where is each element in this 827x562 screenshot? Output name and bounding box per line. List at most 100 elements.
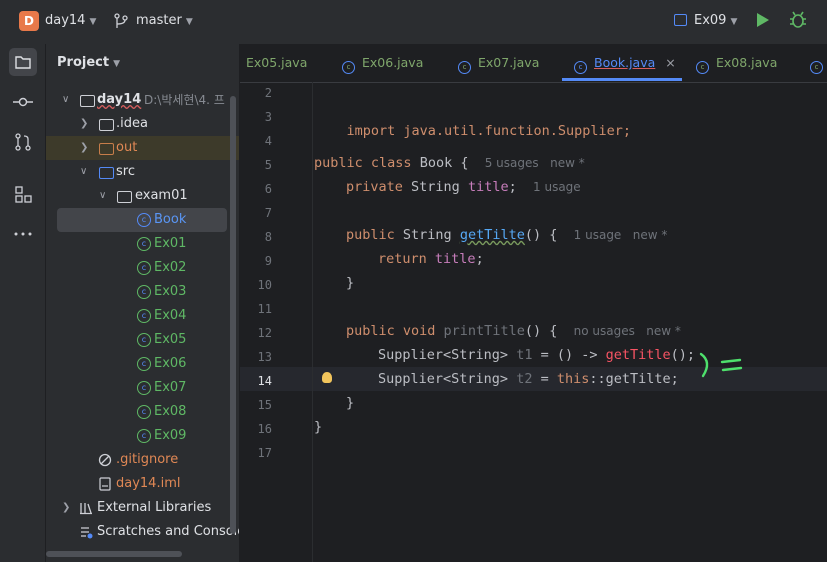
line-number[interactable]: 11 xyxy=(240,302,272,316)
tab-overflow[interactable]: c xyxy=(810,44,827,82)
expand-arrow-icon[interactable]: ❯ xyxy=(80,136,88,160)
tree-node-ex02[interactable]: c Ex02 xyxy=(46,256,239,280)
line-number[interactable]: 4 xyxy=(240,134,272,148)
code-text: Book { xyxy=(419,155,469,171)
commit-icon xyxy=(13,97,33,107)
project-name: day14 xyxy=(45,13,86,28)
tab-ex06[interactable]: c Ex06.java xyxy=(342,44,423,82)
lightbulb-icon[interactable] xyxy=(322,372,332,383)
tree-node-external-libraries[interactable]: ❯ External Libraries xyxy=(46,496,239,520)
code-line-13[interactable]: Supplier<String> t1 = () -> getTitle(); xyxy=(378,347,695,363)
expand-arrow-icon[interactable]: ∨ xyxy=(99,184,106,208)
code-line-12[interactable]: public void printTitle() { no usages new… xyxy=(346,323,681,339)
tab-ex08[interactable]: c Ex08.java xyxy=(696,44,777,82)
code-text: Supplier<String> xyxy=(378,371,509,387)
structure-icon xyxy=(15,186,32,203)
runnable-class-icon: c xyxy=(137,405,151,419)
tree-node-idea[interactable]: ❯ .idea xyxy=(46,112,239,136)
code-text: () { xyxy=(524,323,558,339)
tree-node-ex05[interactable]: c Ex05 xyxy=(46,328,239,352)
line-number[interactable]: 5 xyxy=(240,158,272,172)
close-icon[interactable]: × xyxy=(665,44,675,82)
run-icon[interactable] xyxy=(757,13,769,27)
code-text: public class xyxy=(314,155,412,171)
line-number[interactable]: 12 xyxy=(240,326,272,340)
project-switcher[interactable]: day14 ▼ xyxy=(45,13,96,28)
tree-node-exam01[interactable]: ∨ exam01 xyxy=(46,184,239,208)
tree-node-ex03[interactable]: c Ex03 xyxy=(46,280,239,304)
project-badge[interactable]: D xyxy=(19,11,39,31)
tab-ex07[interactable]: c Ex07.java xyxy=(458,44,539,82)
tab-ex05[interactable]: Ex05.java xyxy=(246,44,307,82)
line-number[interactable]: 15 xyxy=(240,398,272,412)
tree-node-day14-iml[interactable]: day14.iml xyxy=(46,472,239,496)
code-line-9[interactable]: return title; xyxy=(378,251,484,267)
structure-tool-button[interactable] xyxy=(9,180,37,208)
commit-tool-button[interactable] xyxy=(9,88,37,116)
usage-hint[interactable]: 5 usages new * xyxy=(485,156,585,170)
line-number[interactable]: 6 xyxy=(240,182,272,196)
tree-node-scratches[interactable]: Scratches and Consoles xyxy=(46,520,239,544)
package-icon xyxy=(117,191,132,203)
expand-arrow-icon[interactable]: ❯ xyxy=(62,496,70,520)
tree-label: .gitignore xyxy=(116,452,179,467)
tree-node-src[interactable]: ∨ src xyxy=(46,160,239,184)
tree-node-ex04[interactable]: c Ex04 xyxy=(46,304,239,328)
tree-label: .idea xyxy=(116,116,148,131)
line-number[interactable]: 14 xyxy=(240,374,272,388)
tab-book[interactable]: c Book.java × xyxy=(574,44,676,82)
line-number[interactable]: 3 xyxy=(240,110,272,124)
line-number[interactable]: 10 xyxy=(240,278,272,292)
usage-hint[interactable]: 1 usage new * xyxy=(574,228,668,242)
runnable-class-icon: c xyxy=(342,61,355,74)
code-line-3[interactable]: import java.util.function.Supplier; xyxy=(314,107,631,155)
line-number[interactable]: 2 xyxy=(240,86,272,100)
tree-node-gitignore[interactable]: .gitignore xyxy=(46,448,239,472)
usage-hint[interactable]: no usages new * xyxy=(574,324,681,338)
tree-node-ex08[interactable]: c Ex08 xyxy=(46,400,239,424)
tree-label: Scratches and Consoles xyxy=(97,524,239,539)
code-line-5[interactable]: public class Book { 5 usages new * xyxy=(314,155,585,171)
tree-node-ex07[interactable]: c Ex07 xyxy=(46,376,239,400)
project-panel: Project ▼ ∨ day14 D:\박세현\4. 프 ❯ .idea ❯ o… xyxy=(46,44,239,562)
code-line-8[interactable]: public String getTilte() { 1 usage new * xyxy=(346,227,667,243)
runnable-class-icon: c xyxy=(137,381,151,395)
code-line-6[interactable]: private String title; 1 usage xyxy=(346,179,581,195)
line-number[interactable]: 16 xyxy=(240,422,272,436)
tree-node-book[interactable]: c Book xyxy=(57,208,227,232)
line-number[interactable]: 8 xyxy=(240,230,272,244)
active-tab-indicator xyxy=(562,78,682,81)
project-tool-button[interactable] xyxy=(9,48,37,76)
project-scrollbar-horizontal[interactable] xyxy=(46,551,182,557)
expand-arrow-icon[interactable]: ∨ xyxy=(80,160,87,184)
code-line-10[interactable]: } xyxy=(346,275,354,291)
module-folder-icon xyxy=(80,95,95,107)
code-text: ; xyxy=(508,179,517,195)
line-number[interactable]: 9 xyxy=(240,254,272,268)
code-line-15[interactable]: } xyxy=(346,395,354,411)
code-line-14[interactable]: Supplier<String> t2 = this::getTilte; xyxy=(378,371,679,387)
tree-node-out[interactable]: ❯ out xyxy=(46,136,239,160)
project-scrollbar-vertical[interactable] xyxy=(230,96,236,534)
line-number[interactable]: 17 xyxy=(240,446,272,460)
expand-arrow-icon[interactable]: ∨ xyxy=(62,88,69,112)
tree-node-ex01[interactable]: c Ex01 xyxy=(46,232,239,256)
line-number[interactable]: 7 xyxy=(240,206,272,220)
pull-requests-tool-button[interactable] xyxy=(9,128,37,156)
tree-node-ex09[interactable]: c Ex09 xyxy=(46,424,239,448)
line-number[interactable]: 13 xyxy=(240,350,272,364)
expand-arrow-icon[interactable]: ❯ xyxy=(80,112,88,136)
code-line-16[interactable]: } xyxy=(314,419,322,435)
more-tools-button[interactable] xyxy=(9,220,37,248)
tree-label: Ex05 xyxy=(154,332,187,347)
tree-node-ex06[interactable]: c Ex06 xyxy=(46,352,239,376)
branch-switcher[interactable]: master ▼ xyxy=(136,13,193,28)
runnable-class-icon: c xyxy=(137,309,151,323)
debug-icon[interactable] xyxy=(789,11,807,29)
runnable-class-icon: c xyxy=(137,261,151,275)
usage-hint[interactable]: 1 usage xyxy=(533,180,581,194)
run-config-selector[interactable]: Ex09 ▼ xyxy=(694,13,737,28)
tree-node-day14[interactable]: ∨ day14 D:\박세현\4. 프 xyxy=(46,88,239,112)
tree-label: day14 xyxy=(97,92,142,107)
project-panel-title[interactable]: Project ▼ xyxy=(57,55,120,70)
